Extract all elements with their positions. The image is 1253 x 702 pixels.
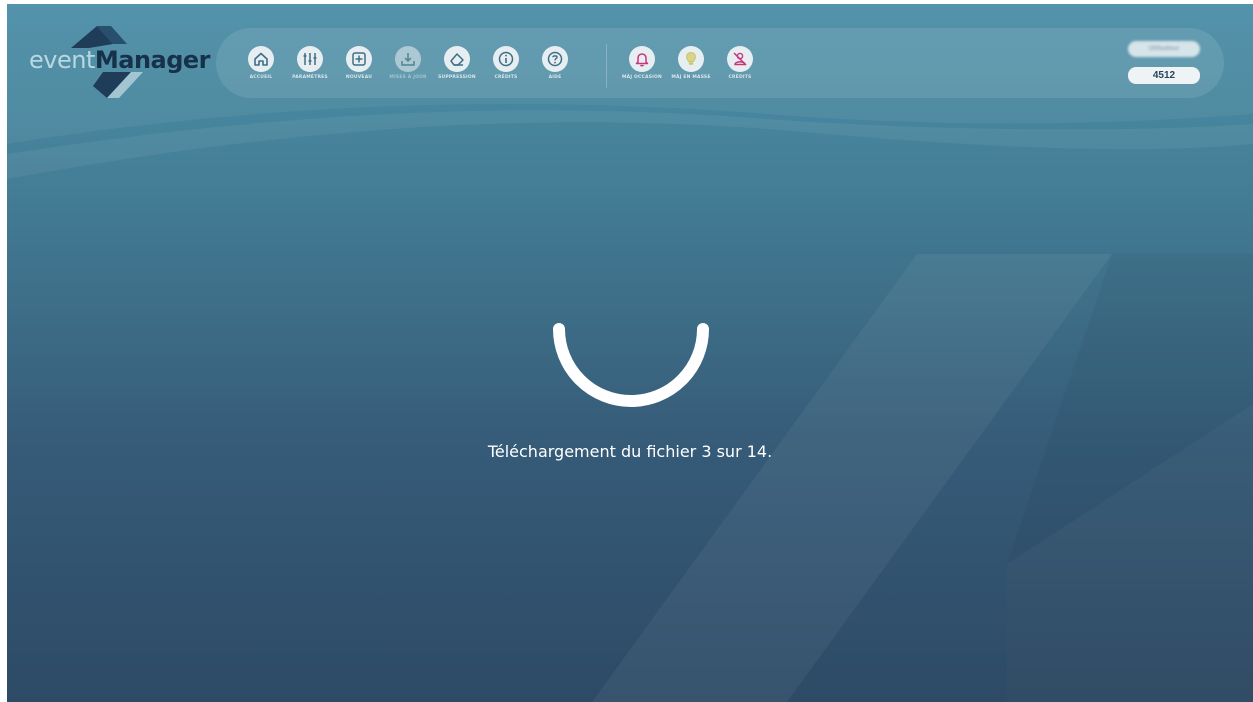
help-icon	[542, 46, 568, 72]
eraser-icon	[444, 46, 470, 72]
download-icon	[395, 46, 421, 72]
user-name: Utilisateur	[1148, 45, 1180, 52]
toolbar-button-aide[interactable]: AIDE	[523, 46, 587, 92]
app-logo: eventManager	[29, 26, 211, 102]
toolbar-label: CRÉDITS	[728, 75, 752, 80]
main-toolbar: ACCUEIL PARAMÈTRES NOUVEAU MISES À JOUR	[216, 28, 1224, 98]
no-person-icon	[727, 46, 753, 72]
toolbar-label: AIDE	[548, 75, 562, 80]
plus-square-icon	[346, 46, 372, 72]
lightbulb-icon	[678, 46, 704, 72]
logo-text-manager: Manager	[94, 46, 211, 74]
user-name-badge[interactable]: Utilisateur	[1128, 41, 1200, 57]
toolbar-separator	[606, 44, 607, 88]
account-code-badge: 4512	[1128, 67, 1200, 84]
logo-wordmark: eventManager	[29, 46, 211, 74]
loading-spinner-icon	[553, 323, 709, 407]
download-status-text: Téléchargement du fichier 3 sur 14.	[487, 442, 773, 461]
app-window: eventManager ACCUEIL PARAMÈTRES NOUVEAU …	[7, 4, 1253, 702]
bell-icon	[629, 46, 655, 72]
info-icon	[493, 46, 519, 72]
top-bar: eventManager ACCUEIL PARAMÈTRES NOUVEAU …	[7, 4, 1253, 114]
toolbar-button-credits-2[interactable]: CRÉDITS	[708, 46, 772, 92]
home-icon	[248, 46, 274, 72]
logo-text-event: event	[29, 46, 95, 74]
sliders-icon	[297, 46, 323, 72]
